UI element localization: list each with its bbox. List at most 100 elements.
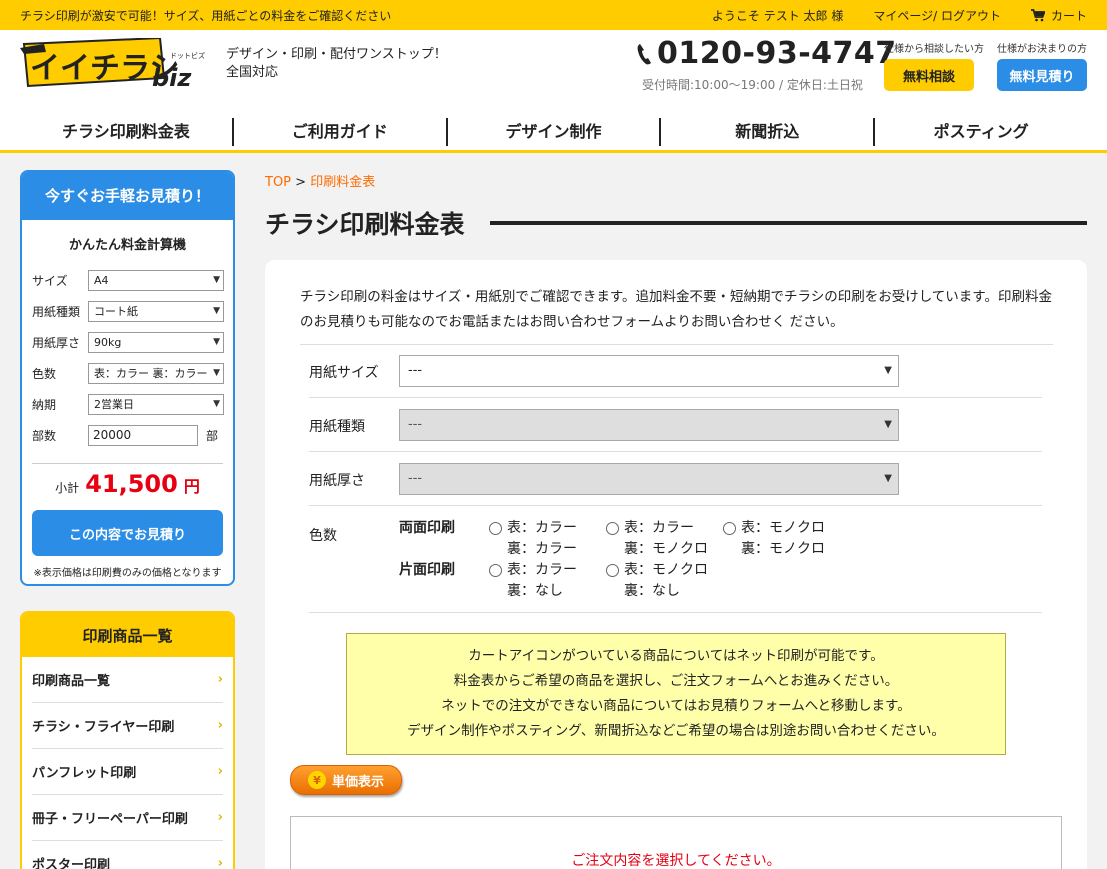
paper-type-row: 用紙種類 --- xyxy=(309,398,1042,452)
category-item-booklet[interactable]: 冊子・フリーペーパー印刷 › xyxy=(32,795,223,841)
free-quote-button[interactable]: 無料見積り xyxy=(997,59,1087,91)
paper-size-row: 用紙サイズ --- xyxy=(309,344,1042,398)
phone-number[interactable]: 0120-93-4747 xyxy=(637,36,897,71)
option-text: 表：カラー裏：モノクロ xyxy=(624,518,708,560)
calc-weight-select[interactable]: 90kg xyxy=(88,332,224,353)
option-back: 裏：モノクロ xyxy=(741,541,825,557)
calc-paper-row: 用紙種類 コート紙 xyxy=(22,296,233,327)
nav-price-table[interactable]: チラシ印刷料金表 xyxy=(20,118,234,146)
radio-button[interactable] xyxy=(489,522,502,535)
option-single-mono[interactable]: 表：モノクロ 裏：なし xyxy=(606,560,710,602)
option-back: 裏：モノクロ xyxy=(624,541,708,557)
unit-price-button[interactable]: ¥ 単価表示 xyxy=(290,765,402,795)
single-sided-row: 片面印刷 表：カラー裏：なし 表：モノクロ 裏：なし xyxy=(399,560,840,602)
option-front: 表：モノクロ xyxy=(741,520,825,536)
subtotal-unit: 円 xyxy=(183,477,200,496)
nav-posting[interactable]: ポスティング xyxy=(875,118,1087,146)
calc-qty-input[interactable]: 20000 xyxy=(88,425,198,446)
paper-weight-row: 用紙厚さ --- xyxy=(309,452,1042,506)
chevron-right-icon: › xyxy=(217,718,223,733)
calc-color-row: 色数 表：カラー 裏：カラー xyxy=(22,358,233,389)
color-label: 色数 xyxy=(309,528,337,544)
intro-text: チラシ印刷の料金はサイズ・用紙別でご確認できます。追加料金不要・短納期でチラシの… xyxy=(300,289,1052,330)
calc-divider xyxy=(32,463,223,464)
calc-color-select[interactable]: 表：カラー 裏：カラー xyxy=(88,363,224,384)
calc-size-label: サイズ xyxy=(32,274,68,288)
option-front: 表：カラー xyxy=(507,562,577,578)
category-item-pamphlet[interactable]: パンフレット印刷 › xyxy=(32,749,223,795)
welcome-text: ようこそ テスト 太郎 様 xyxy=(711,8,844,23)
nav-divider xyxy=(0,150,1107,153)
category-label: チラシ・フライヤー印刷 xyxy=(32,720,175,735)
breadcrumb-top[interactable]: TOP xyxy=(265,175,291,190)
paper-weight-select[interactable]: --- xyxy=(399,463,899,495)
chevron-right-icon: › xyxy=(217,672,223,687)
radio-button[interactable] xyxy=(723,522,736,535)
color-options: 両面印刷 表：カラー 裏：カラー 表：カラー 裏：モノクロ 表：モノクロ 裏：モノクロ… xyxy=(399,518,840,602)
calc-subtotal: 小計 41,500 円 xyxy=(22,470,233,498)
calc-weight-label: 用紙厚さ xyxy=(32,336,81,350)
option-back: 裏：なし xyxy=(507,583,563,599)
cart-label: カート xyxy=(1050,8,1087,23)
nav-guide[interactable]: ご利用ガイド xyxy=(234,118,448,146)
calculator-header: 今すぐお手軽お見積り！ xyxy=(22,172,233,220)
option-back: 裏：カラー xyxy=(507,541,577,557)
consult-cta: 仕様から相談したい方 無料相談 xyxy=(884,40,984,91)
cart-link[interactable]: カート xyxy=(1030,7,1087,24)
logo-small: ドットビズ xyxy=(170,51,205,60)
paper-size-label: 用紙サイズ xyxy=(309,365,379,381)
option-text: 表：カラー裏：なし xyxy=(507,560,577,602)
calc-weight-row: 用紙厚さ 90kg xyxy=(22,327,233,358)
option-text: 表：モノクロ 裏：なし xyxy=(624,560,708,602)
mypage-link[interactable]: マイページ/ ログアウト xyxy=(873,7,1001,24)
paper-type-label: 用紙種類 xyxy=(309,419,365,435)
category-header: 印刷商品一覧 xyxy=(22,613,233,657)
quote-cta: 仕様がお決まりの方 無料見積り xyxy=(997,40,1087,91)
breadcrumb-current[interactable]: 印刷料金表 xyxy=(310,175,375,190)
calculator-title: かんたん料金計算機 xyxy=(68,238,186,253)
paper-weight-label: 用紙厚さ xyxy=(309,473,365,489)
logo-graphic: イイチラシ biz ドットビズ xyxy=(20,36,205,92)
consult-caption: 仕様から相談したい方 xyxy=(884,44,984,55)
calc-qty-label: 部数 xyxy=(32,429,57,443)
single-sided-label: 片面印刷 xyxy=(399,562,455,578)
category-label: ポスター印刷 xyxy=(32,858,111,869)
nav-newspaper-insert[interactable]: 新聞折込 xyxy=(661,118,876,146)
option-front: 表：カラー xyxy=(624,520,694,536)
calc-paper-label: 用紙種類 xyxy=(32,305,81,319)
price-table-panel: チラシ印刷の料金はサイズ・用紙別でご確認できます。追加料金不要・短納期でチラシの… xyxy=(265,260,1087,869)
category-item-all[interactable]: 印刷商品一覧 › xyxy=(32,657,223,703)
calc-quote-button[interactable]: この内容でお見積り xyxy=(32,510,223,556)
radio-button[interactable] xyxy=(606,522,619,535)
calc-size-row: サイズ A4 xyxy=(22,265,233,296)
free-consult-button[interactable]: 無料相談 xyxy=(884,59,974,91)
category-item-poster[interactable]: ポスター印刷 › xyxy=(32,841,223,869)
option-double-mono-mono[interactable]: 表：モノクロ 裏：モノクロ xyxy=(723,518,827,560)
radio-button[interactable] xyxy=(489,564,502,577)
site-logo[interactable]: イイチラシ biz ドットビズ xyxy=(20,36,218,92)
radio-button[interactable] xyxy=(606,564,619,577)
calc-paper-select[interactable]: コート紙 xyxy=(88,301,224,322)
nav-design[interactable]: デザイン制作 xyxy=(448,118,662,146)
tagline-line1: デザイン・印刷・配付ワンストップ！ xyxy=(226,47,447,62)
product-category-list: 印刷商品一覧 印刷商品一覧 › チラシ・フライヤー印刷 › パンフレット印刷 › 冊子… xyxy=(20,611,235,869)
option-double-color-mono[interactable]: 表：カラー裏：モノクロ xyxy=(606,518,710,560)
phone-text: 0120-93-4747 xyxy=(657,36,897,71)
calc-delivery-label: 納期 xyxy=(32,398,57,412)
option-single-color[interactable]: 表：カラー裏：なし xyxy=(489,560,593,602)
calc-delivery-select[interactable]: 2営業日 xyxy=(88,394,224,415)
category-label: 印刷商品一覧 xyxy=(32,674,111,689)
top-links: ようこそ テスト 太郎 様 マイページ/ ログアウト カート xyxy=(712,7,1087,24)
logo-sub: biz xyxy=(152,64,192,90)
paper-type-select[interactable]: --- xyxy=(399,409,899,441)
paper-size-select[interactable]: --- xyxy=(399,355,899,387)
calc-size-select[interactable]: A4 xyxy=(88,270,224,291)
option-front: 表：モノクロ xyxy=(624,562,708,578)
category-item-flyer[interactable]: チラシ・フライヤー印刷 › xyxy=(32,703,223,749)
select-order-message: ご注文内容を選択してください。 xyxy=(571,853,781,869)
option-double-color-color[interactable]: 表：カラー 裏：カラー xyxy=(489,518,593,560)
notice-line4: デザイン制作やポスティング、新聞折込などご希望の場合は別途お問い合わせください。 xyxy=(407,723,945,739)
option-text: 表：カラー 裏：カラー xyxy=(507,518,577,560)
calc-qty-unit: 部 xyxy=(206,429,219,443)
top-bar: チラシ印刷が激安で可能！サイズ、用紙ごとの料金をご確認ください ようこそ テスト… xyxy=(0,0,1107,30)
